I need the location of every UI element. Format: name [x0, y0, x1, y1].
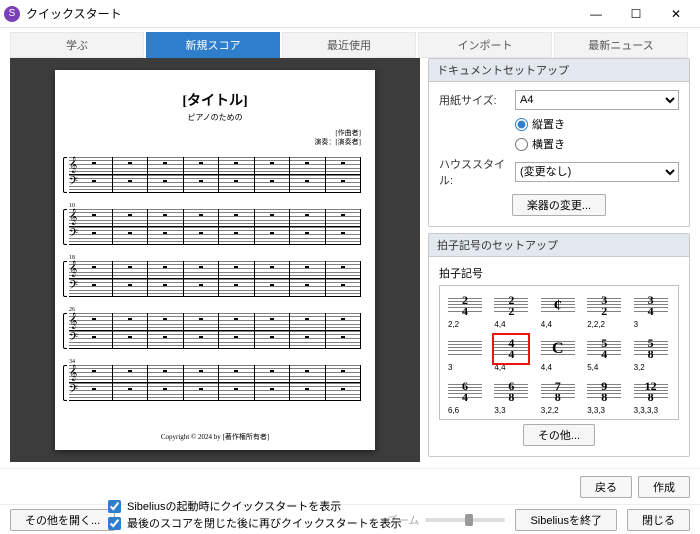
staff-system: 𝄞𝄢 [69, 157, 361, 193]
close-button[interactable]: 閉じる [627, 509, 690, 531]
change-instruments-button[interactable]: 楽器の変更... [512, 194, 606, 216]
house-style-select[interactable]: (変更なし) [515, 162, 679, 182]
staff-system: 34𝄞𝄢 [69, 359, 361, 401]
time-signature-option[interactable]: 583,2 [634, 335, 670, 372]
time-signature-option[interactable]: 646,6 [448, 378, 484, 415]
orientation-landscape-radio[interactable] [515, 138, 528, 151]
app-icon: S [4, 6, 20, 22]
time-signature-option[interactable]: 983,3,3 [587, 378, 623, 415]
score-meta: [作曲者] 演奏：[演奏者] [69, 129, 361, 147]
tab-import[interactable]: インポート [418, 32, 552, 58]
time-signature-option[interactable]: 343 [634, 292, 670, 329]
staff-system: 26𝄞𝄢 [69, 307, 361, 349]
other-time-signature-button[interactable]: その他... [523, 424, 595, 446]
close-window-button[interactable]: ✕ [656, 2, 696, 26]
time-signature-option[interactable]: C4,4 [541, 335, 577, 372]
document-setup-title: ドキュメントセットアップ [429, 59, 689, 82]
window-title: クイックスタート [26, 5, 576, 22]
score-subtitle: ピアノのための [69, 112, 361, 123]
preview-page: [タイトル] ピアノのための [作曲者] 演奏：[演奏者] 𝄞𝄢 10𝄞𝄢 18𝄞𝄢… [55, 70, 375, 450]
time-signature-option[interactable]: 3 [448, 335, 484, 372]
staff-system: 18𝄞𝄢 [69, 255, 361, 297]
tab-learn[interactable]: 学ぶ [10, 32, 144, 58]
exit-sibelius-button[interactable]: Sibeliusを終了 [515, 509, 617, 531]
minimize-button[interactable]: — [576, 2, 616, 26]
time-signature-option[interactable]: 444,4 [494, 335, 530, 372]
document-setup-group: ドキュメントセットアップ 用紙サイズ: A4 縦置き 横置き ハウススタイル: … [428, 58, 690, 227]
time-signature-option[interactable]: 1283,3,3,3 [634, 378, 670, 415]
time-signature-option[interactable]: 545,4 [587, 335, 623, 372]
time-signature-option[interactable]: 783,2,2 [541, 378, 577, 415]
time-signature-option[interactable]: ¢4,4 [541, 292, 577, 329]
paper-size-label: 用紙サイズ: [439, 92, 509, 108]
tab-news[interactable]: 最新ニュース [554, 32, 688, 58]
open-other-button[interactable]: その他を開く... [10, 509, 115, 531]
time-signature-setup-group: 拍子記号のセットアップ 拍子記号 242,2 224,4 ¢4,4 322,2,2 34… [428, 233, 690, 457]
house-style-label: ハウススタイル: [439, 156, 509, 188]
tab-recent[interactable]: 最近使用 [282, 32, 416, 58]
show-on-startup-checkbox[interactable] [108, 500, 121, 513]
tab-new-score[interactable]: 新規スコア [146, 32, 280, 58]
back-button[interactable]: 戻る [580, 476, 632, 498]
score-preview: [タイトル] ピアノのための [作曲者] 演奏：[演奏者] 𝄞𝄢 10𝄞𝄢 18𝄞𝄢… [10, 58, 420, 462]
score-title: [タイトル] [69, 90, 361, 110]
zoom-slider[interactable] [425, 518, 505, 522]
create-button[interactable]: 作成 [638, 476, 690, 498]
time-signature-setup-title: 拍子記号のセットアップ [429, 234, 689, 257]
time-signature-option[interactable]: 242,2 [448, 292, 484, 329]
show-after-close-checkbox[interactable] [108, 517, 121, 530]
time-signature-option[interactable]: 322,2,2 [587, 292, 623, 329]
time-signature-option[interactable]: 224,4 [494, 292, 530, 329]
maximize-button[interactable]: ☐ [616, 2, 656, 26]
staff-system: 10𝄞𝄢 [69, 203, 361, 245]
time-signature-label: 拍子記号 [439, 265, 679, 281]
orientation-portrait-radio[interactable] [515, 118, 528, 131]
paper-size-select[interactable]: A4 [515, 90, 679, 110]
score-copyright: Copyright © 2024 by [著作権所有者] [55, 432, 375, 442]
time-signature-option[interactable]: 683,3 [494, 378, 530, 415]
